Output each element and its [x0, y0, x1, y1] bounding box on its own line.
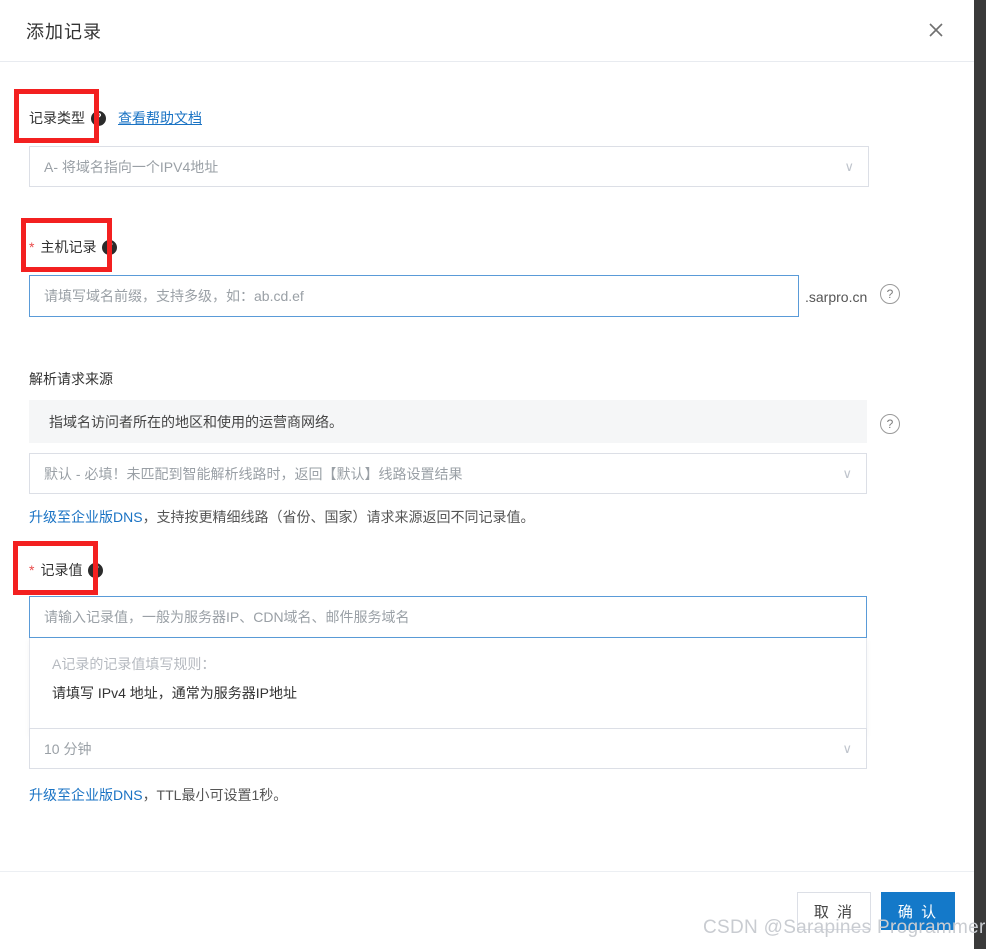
record-type-value: A- 将域名指向一个IPV4地址	[44, 158, 219, 175]
upgrade-enterprise-dns-link-1[interactable]: 升级至企业版DNS	[29, 509, 143, 525]
page-background-strip	[974, 0, 986, 949]
host-record-placeholder: 请填写域名前缀，支持多级，如：ab.cd.ef	[44, 288, 304, 304]
request-source-value: 默认 - 必填！未匹配到智能解析线路时，返回【默认】线路设置结果	[44, 465, 463, 482]
request-source-label: 解析请求来源	[29, 371, 113, 387]
close-icon[interactable]	[922, 16, 950, 44]
watermark: CSDN @Sarapines Programmer	[703, 917, 986, 938]
ttl-upgrade-line: 升级至企业版DNS，TTL最小可设置1秒。	[29, 785, 287, 805]
record-value-required-mark: *	[29, 562, 35, 578]
add-record-dialog: 添加记录 记录类型 ? 查看帮助文档 A- 将域名指向一个IPV4地址 ∨ *	[0, 0, 974, 949]
request-source-select[interactable]: 默认 - 必填！未匹配到智能解析线路时，返回【默认】线路设置结果 ∨	[29, 453, 867, 494]
host-record-label: 主机记录	[40, 239, 97, 255]
view-help-doc-link[interactable]: 查看帮助文档	[118, 108, 202, 128]
chevron-down-icon: ∨	[842, 740, 852, 756]
host-record-required-mark: *	[29, 239, 35, 255]
domain-suffix-label: .sarpro.cn	[805, 289, 868, 305]
record-value-rules-panel: A记录的记录值填写规则： 请填写 IPv4 地址，通常为服务器IP地址	[29, 638, 867, 735]
record-value-input[interactable]: 请输入记录值，一般为服务器IP、CDN域名、邮件服务域名	[29, 596, 867, 638]
record-type-help-icon[interactable]: ?	[91, 110, 106, 126]
record-value-rules-title: A记录的记录值填写规则：	[52, 656, 216, 672]
ttl-upgrade-note: ，TTL最小可设置1秒。	[142, 787, 288, 803]
request-source-help-icon[interactable]: ?	[880, 414, 900, 434]
dialog-title: 添加记录	[26, 22, 102, 42]
record-value-help-icon[interactable]: ?	[88, 562, 104, 578]
record-type-label: 记录类型	[29, 110, 85, 126]
request-source-tooltip-text: 指域名访问者所在的地区和使用的运营商网络。	[49, 413, 343, 430]
chevron-down-icon: ∨	[844, 158, 854, 174]
request-source-tooltip: 指域名访问者所在的地区和使用的运营商网络。	[29, 400, 867, 443]
record-value-label-group: * 记录值 ?	[29, 560, 104, 580]
record-value-rules-text: 请填写 IPv4 地址，通常为服务器IP地址	[52, 685, 298, 701]
record-type-select[interactable]: A- 将域名指向一个IPV4地址 ∨	[29, 146, 869, 187]
request-source-upgrade-line: 升级至企业版DNS，支持按更精细线路（省份、国家）请求来源返回不同记录值。	[29, 507, 535, 527]
ttl-value: 10 分钟	[44, 740, 92, 757]
record-value-placeholder: 请输入记录值，一般为服务器IP、CDN域名、邮件服务域名	[44, 609, 410, 625]
host-record-label-group: * 主机记录 ?	[29, 237, 118, 257]
dialog-header: 添加记录	[0, 0, 974, 62]
dialog-body: 记录类型 ? 查看帮助文档 A- 将域名指向一个IPV4地址 ∨ * 主机记录 …	[0, 63, 974, 949]
chevron-down-icon: ∨	[842, 465, 852, 481]
record-value-label: 记录值	[40, 562, 83, 578]
host-record-input[interactable]: 请填写域名前缀，支持多级，如：ab.cd.ef	[29, 275, 799, 317]
screenshot-root: 添加记录 记录类型 ? 查看帮助文档 A- 将域名指向一个IPV4地址 ∨ *	[0, 0, 986, 949]
record-type-label-group: 记录类型 ? 查看帮助文档	[29, 108, 202, 128]
host-record-suffix-help-icon[interactable]: ?	[880, 284, 900, 304]
ttl-select[interactable]: 10 分钟 ∨	[29, 728, 867, 769]
host-record-help-icon[interactable]: ?	[102, 239, 118, 255]
upgrade-enterprise-dns-link-2[interactable]: 升级至企业版DNS	[29, 787, 143, 803]
request-source-upgrade-note: ，支持按更精细线路（省份、国家）请求来源返回不同记录值。	[142, 509, 535, 525]
